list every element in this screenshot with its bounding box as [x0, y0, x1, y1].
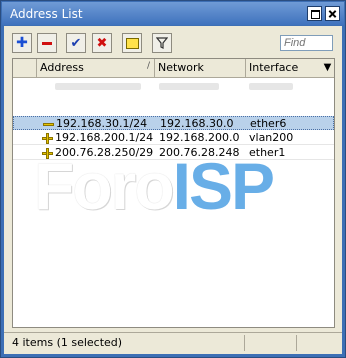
address-table: Address / Network Interface ▼ 192.168.30…: [12, 58, 335, 328]
status-divider: [244, 335, 245, 351]
toolbar: ✚ ✔ ✖: [4, 26, 342, 58]
remove-button[interactable]: [37, 33, 57, 53]
item-count-status: 4 items (1 selected): [12, 336, 123, 349]
blurred-row: [37, 81, 333, 91]
title-bar[interactable]: Address List: [2, 2, 344, 25]
table-row[interactable]: 200.76.28.250/29 200.76.28.248 ether1: [13, 146, 334, 160]
comment-icon: [125, 37, 139, 49]
plus-icon: ✚: [16, 35, 28, 51]
filter-button[interactable]: [152, 33, 172, 53]
minus-icon: [42, 41, 52, 45]
filter-icon: [156, 37, 168, 49]
find-input[interactable]: [280, 35, 333, 51]
column-header-address[interactable]: Address /: [37, 59, 155, 77]
status-divider: [296, 335, 297, 351]
column-menu-button[interactable]: ▼: [321, 59, 334, 77]
add-button[interactable]: ✚: [12, 33, 32, 53]
check-icon: ✔: [70, 35, 82, 51]
table-header: Address / Network Interface ▼: [13, 59, 334, 78]
enable-button[interactable]: ✔: [66, 33, 86, 53]
chevron-down-icon: ▼: [323, 62, 332, 73]
table-row[interactable]: 192.168.30.1/24 192.168.30.0 ether6: [13, 116, 334, 130]
status-bar: 4 items (1 selected): [4, 332, 342, 353]
comment-button[interactable]: [122, 33, 142, 53]
x-icon: ✖: [96, 35, 108, 51]
address-plus-icon: [42, 148, 53, 159]
address-minus-icon: [43, 119, 54, 129]
address-list-window: Address List ✚ ✔ ✖ Address /: [0, 0, 346, 358]
window-content: ✚ ✔ ✖ Address / Network Interface ▼: [4, 26, 342, 354]
table-row[interactable]: 192.168.200.1/24 192.168.200.0 vlan200: [13, 131, 334, 145]
column-header-network[interactable]: Network: [155, 59, 246, 77]
window-title: Address List: [10, 7, 83, 21]
column-header-interface[interactable]: Interface: [246, 59, 321, 77]
close-button[interactable]: [325, 6, 340, 21]
sort-icon: /: [146, 61, 150, 71]
address-plus-icon: [42, 133, 53, 144]
maximize-button[interactable]: [307, 6, 322, 21]
disable-button[interactable]: ✖: [92, 33, 112, 53]
column-header-flags[interactable]: [13, 59, 37, 77]
